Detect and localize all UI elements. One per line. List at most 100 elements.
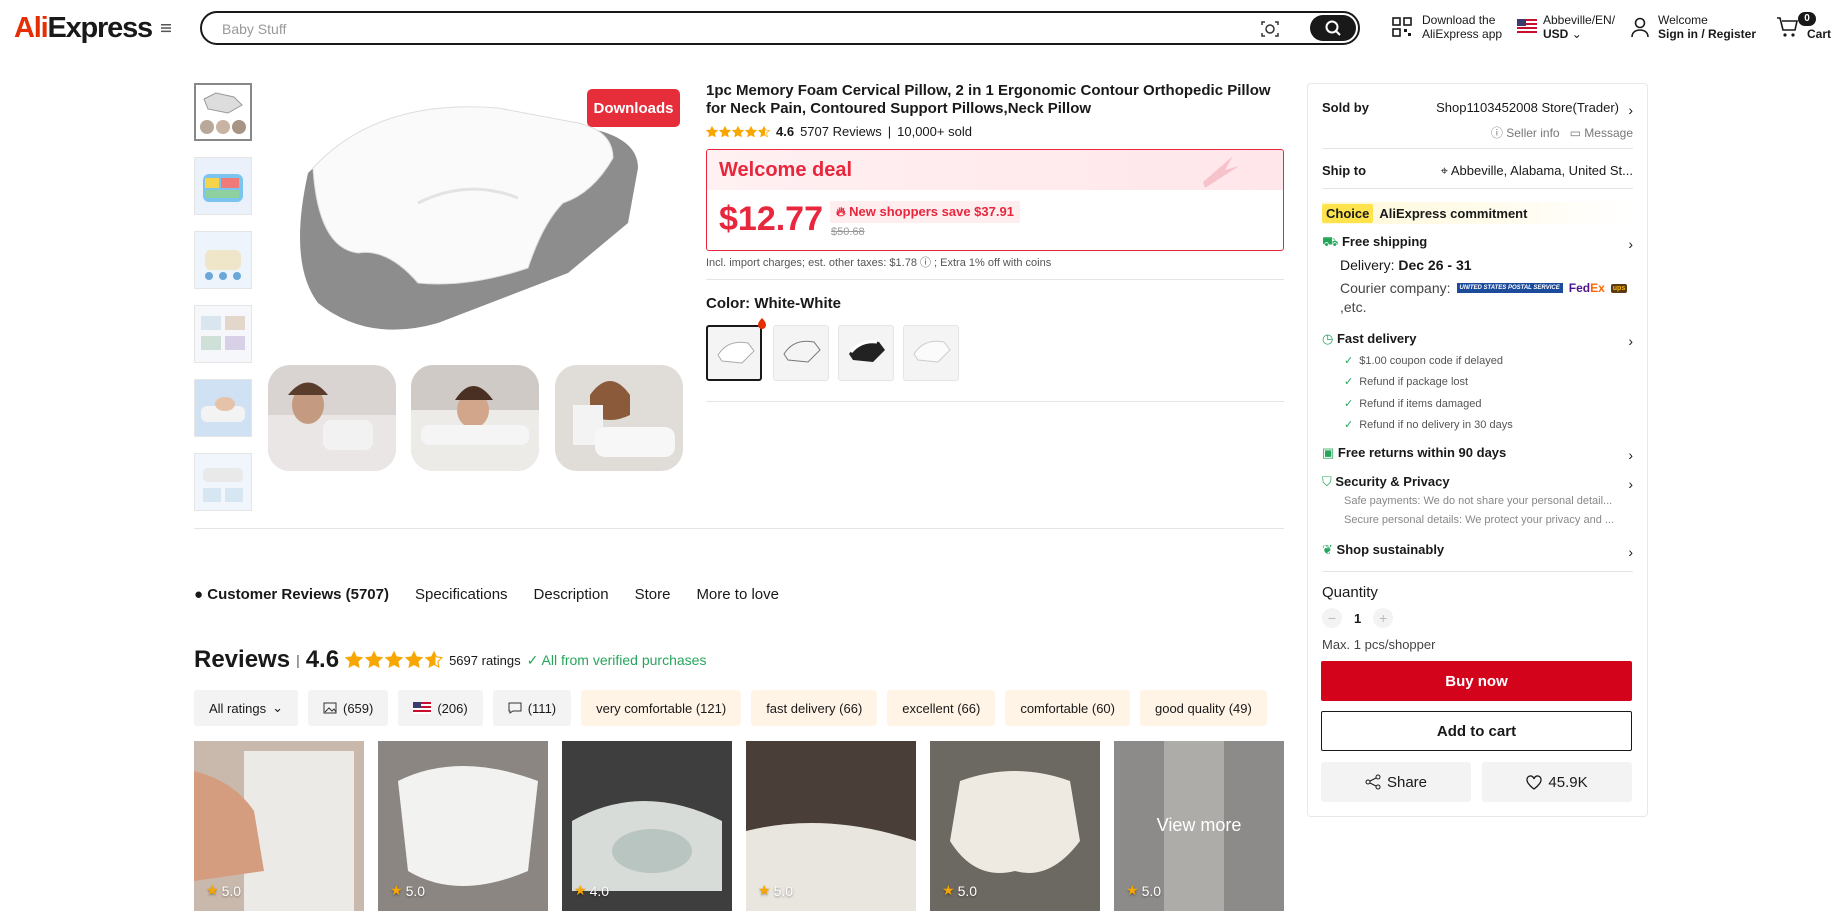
courier-etc: ,etc.: [1340, 299, 1367, 315]
downloads-button[interactable]: Downloads: [587, 89, 680, 127]
delivery-row: Delivery: Dec 26 - 31: [1340, 257, 1633, 273]
welcome-deal-box: Welcome deal $12.77 🔥︎ New shoppers save…: [706, 149, 1284, 251]
ship-to-row[interactable]: Ship to ⌖ Abbeville, Alabama, United St.…: [1322, 163, 1633, 178]
menu-icon[interactable]: [158, 20, 174, 36]
share-label: Share: [1386, 773, 1428, 791]
review-photo[interactable]: ★ 5.0: [746, 741, 916, 911]
fast-delivery-label: Fast delivery: [1336, 331, 1417, 346]
filter-all-ratings[interactable]: All ratings ⌄: [194, 690, 298, 726]
divider: [194, 528, 1284, 529]
gallery-photo-1[interactable]: [268, 365, 396, 471]
shield-icon: ⛉: [1322, 474, 1332, 489]
share-button[interactable]: Share: [1321, 762, 1471, 802]
divider: [1322, 571, 1633, 572]
star-icon: ★: [390, 882, 403, 898]
signin-link[interactable]: Welcome Sign in / Register: [1658, 13, 1756, 41]
fast-delivery-row[interactable]: ◷ Fast delivery ›: [1322, 331, 1633, 349]
fedex-part-a: Fed: [1568, 281, 1591, 295]
thumbnail-1[interactable]: [194, 83, 252, 141]
message-link[interactable]: Message: [1584, 126, 1633, 140]
filter-excellent[interactable]: excellent (66): [887, 690, 996, 726]
free-returns-row[interactable]: ▣ Free returns within 90 days ›: [1322, 445, 1633, 463]
chevron-right-icon: ›: [1628, 236, 1633, 252]
qr-code-icon[interactable]: [1391, 16, 1413, 38]
review-photo[interactable]: ★ 5.0: [930, 741, 1100, 911]
add-to-cart-button[interactable]: Add to cart: [1321, 711, 1632, 751]
tab-more-to-love[interactable]: More to love: [696, 586, 779, 603]
filter-good-quality[interactable]: good quality (49): [1139, 690, 1267, 726]
color-swatch-2[interactable]: [773, 325, 829, 381]
check-icon: ✓: [1344, 355, 1354, 367]
reviews-header: Reviews | 4.6 5697 ratings ✓ All from ve…: [194, 646, 706, 674]
star-icon: ★: [942, 882, 955, 898]
region-selector[interactable]: Abbeville/EN/ USD ⌄: [1543, 13, 1615, 41]
fast-item: ✓ $1.00 coupon code if delayed: [1344, 354, 1633, 367]
chevron-right-icon: ›: [1628, 476, 1633, 492]
thumbnail-3[interactable]: [194, 231, 252, 289]
reviews-stars: [345, 651, 444, 669]
color-swatch-white-white[interactable]: [706, 325, 762, 381]
cart-icon[interactable]: [1776, 16, 1800, 38]
minus-button[interactable]: −: [1322, 608, 1342, 628]
filter-fast-delivery[interactable]: fast delivery (66): [751, 690, 878, 726]
reviews-count[interactable]: 5707 Reviews: [800, 124, 882, 139]
review-score: ★ 5.0: [1126, 882, 1161, 899]
tab-description[interactable]: Description: [534, 586, 609, 603]
store-link[interactable]: Shop1103452008 Store(Trader): [1436, 100, 1619, 115]
quantity-value[interactable]: 1: [1354, 611, 1361, 626]
color-swatch-4[interactable]: [903, 325, 959, 381]
fast-item-text: Refund if package lost: [1359, 376, 1469, 388]
search-input[interactable]: [222, 19, 1122, 39]
chevron-down-icon: ⌄: [272, 700, 283, 715]
tab-store[interactable]: Store: [635, 586, 671, 603]
return-box-icon: ▣: [1322, 445, 1335, 460]
filter-very-comfortable[interactable]: very comfortable (121): [581, 690, 742, 726]
buy-now-button[interactable]: Buy now: [1321, 661, 1632, 701]
star-icon: [385, 651, 404, 669]
thumbnail-6[interactable]: [194, 453, 252, 511]
star-icon: ★: [1126, 882, 1139, 898]
star-icon: [345, 651, 364, 669]
user-icon[interactable]: [1629, 16, 1651, 38]
thumbnail-2[interactable]: [194, 157, 252, 215]
seller-info-link[interactable]: Seller info: [1506, 126, 1559, 140]
download-app-link[interactable]: Download the AliExpress app: [1422, 13, 1502, 41]
fast-item-text: $1.00 coupon code if delayed: [1359, 355, 1503, 367]
rating-row[interactable]: 4.6 5707 Reviews | 10,000+ sold: [706, 124, 972, 139]
review-score: ★ 5.0: [206, 882, 241, 899]
location-pin-icon: ●: [194, 586, 204, 603]
security-row[interactable]: ⛉ Security & Privacy ›: [1322, 474, 1633, 492]
info-icon: ⓘ: [1490, 126, 1503, 140]
score-value: 5.0: [1141, 882, 1162, 899]
color-swatch-3[interactable]: [838, 325, 894, 381]
plus-button[interactable]: +: [1373, 608, 1394, 628]
thumbnail-4[interactable]: [194, 305, 252, 363]
thumbnail-5[interactable]: [194, 379, 252, 437]
tab-specifications[interactable]: Specifications: [415, 586, 508, 603]
gallery-photo-3[interactable]: [555, 365, 683, 471]
check-icon: ✓: [1344, 398, 1354, 410]
search-button[interactable]: [1310, 15, 1356, 41]
wishlist-button[interactable]: 45.9K: [1482, 762, 1632, 802]
fast-item: ✓ Refund if items damaged: [1344, 397, 1633, 410]
filter-with-comments[interactable]: (111): [492, 690, 572, 726]
cart-label[interactable]: Cart: [1807, 27, 1831, 41]
sustain-label: Shop sustainably: [1336, 542, 1445, 557]
shop-sustainably-row[interactable]: ❦ Shop sustainably ›: [1322, 542, 1633, 560]
tab-customer-reviews[interactable]: ● Customer Reviews (5707): [194, 586, 389, 603]
filter-with-images[interactable]: (659): [307, 690, 389, 726]
divider: [706, 401, 1284, 402]
aliexpress-logo[interactable]: AliExpress: [14, 12, 153, 45]
review-photo[interactable]: ★ 4.0: [562, 741, 732, 911]
review-score: ★ 4.0: [574, 882, 609, 899]
gallery-photo-2[interactable]: [411, 365, 539, 471]
max-note: Max. 1 pcs/shopper: [1322, 637, 1436, 652]
review-photo[interactable]: ★ 5.0: [378, 741, 548, 911]
review-photo[interactable]: ★ 5.0: [194, 741, 364, 911]
free-shipping-row[interactable]: ⛟ Free shipping ›: [1322, 234, 1633, 252]
camera-search-icon[interactable]: [1260, 19, 1280, 39]
review-photo-view-more[interactable]: View more ★ 5.0: [1114, 741, 1284, 911]
star-icon: [706, 125, 718, 137]
filter-us-reviews[interactable]: (206): [398, 690, 483, 726]
filter-comfortable[interactable]: comfortable (60): [1005, 690, 1130, 726]
